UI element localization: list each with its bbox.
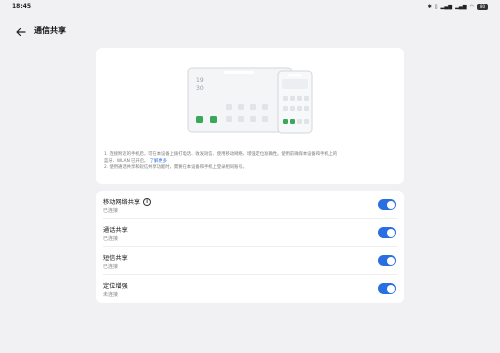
wifi-icon: ◠ [469,3,474,10]
setting-status: 已连接 [103,236,119,242]
back-arrow-icon [16,27,26,37]
intro-description: 1. 连接附近的手机后，可在本设备上拨打电话、收发短信、使用移动网络、增强定位准… [104,152,396,172]
setting-row-location-boost[interactable]: 定位增强 未连接 [96,275,404,303]
setting-row-mobile-network[interactable]: 移动网络共享 i 已连接 [96,191,404,219]
status-bar: 18:45 ✱ ▯ ▂▄▆ ▂▄▆ ◠ 80 [0,0,500,14]
setting-row-sms-share[interactable]: 短信共享 已连接 [96,247,404,275]
back-button[interactable] [14,24,28,38]
intro-line-3: 2. 使用通话共享和短信共享功能时，需要在本设备和手机上登录相同账号。 [104,165,247,170]
tablet-clock-hour: 19 [196,77,204,84]
setting-row-call-share[interactable]: 通话共享 已连接 [96,219,404,247]
signal-icon-2: ▂▄▆ [455,3,467,10]
device-illustration: 19 30 [187,67,313,134]
bluetooth-icon: ✱ [427,3,432,10]
setting-label-wrap: 短信共享 [103,253,128,262]
setting-label-wrap: 定位增强 [103,281,128,290]
page-title: 通信共享 [34,26,66,35]
settings-list: 移动网络共享 i 已连接 通话共享 已连接 短信共享 已连接 定位增强 未连接 [96,191,404,303]
setting-label-wrap: 移动网络共享 i [103,197,152,206]
tablet-clock-min: 30 [196,85,204,92]
call-share-toggle[interactable] [378,227,396,238]
intro-card: 19 30 1. 连接附近的手机后，可在本设备上拨打电话、收发短信、使用移动网络… [96,48,404,184]
status-icons: ✱ ▯ ▂▄▆ ▂▄▆ ◠ 80 [428,3,488,11]
setting-status: 已连接 [103,264,119,270]
battery-icon: 80 [477,4,488,10]
setting-status: 未连接 [103,292,119,298]
learn-more-link[interactable]: 了解更多 [150,159,167,164]
intro-line-2: 蓝牙、WLAN 已开启。 [104,158,149,164]
setting-label: 移动网络共享 [103,199,141,206]
sms-share-toggle[interactable] [378,255,396,266]
signal-icon: ▂▄▆ [440,3,453,10]
setting-label-wrap: 通话共享 [103,225,128,234]
vibrate-icon: ▯ [434,3,438,10]
setting-status: 已连接 [103,208,119,214]
location-boost-toggle[interactable] [378,283,396,294]
setting-label: 短信共享 [103,255,128,262]
mobile-network-toggle[interactable] [378,199,396,210]
setting-label: 通话共享 [103,227,128,234]
info-icon[interactable]: i [143,197,152,206]
status-time: 18:45 [12,3,32,10]
setting-label: 定位增强 [103,283,128,290]
